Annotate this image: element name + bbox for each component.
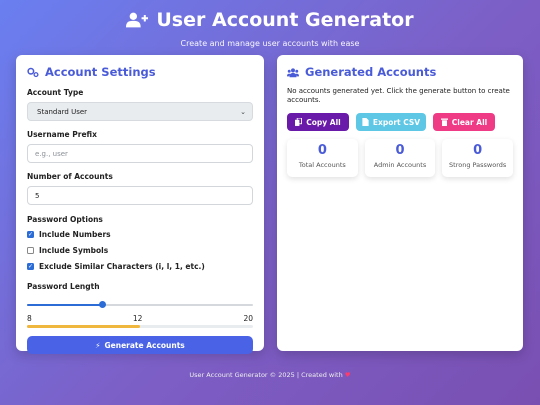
slider-thumb[interactable] xyxy=(98,301,106,308)
include-numbers-label: Include Numbers xyxy=(39,230,111,239)
generate-accounts-label: Generate Accounts xyxy=(104,340,185,350)
footer-text: User Account Generator © 2025 | Created … xyxy=(189,371,343,379)
empty-state-message: No accounts generated yet. Click the gen… xyxy=(287,87,510,104)
include-symbols-option[interactable]: Include Symbols xyxy=(27,245,253,256)
file-csv-icon xyxy=(362,118,369,126)
exclude-similar-checkbox[interactable]: ✓ xyxy=(27,263,34,270)
exclude-similar-label: Exclude Similar Characters (i, l, 1, etc… xyxy=(39,262,205,271)
export-csv-label: Export CSV xyxy=(372,117,421,127)
password-strength-bar xyxy=(27,325,140,328)
users-icon xyxy=(287,67,299,77)
password-length-value: 12 xyxy=(132,314,143,323)
generated-accounts-title: Generated Accounts xyxy=(305,65,437,79)
username-prefix-label: Username Prefix xyxy=(27,130,97,139)
password-strength-meter xyxy=(27,325,253,328)
page-header: User Account Generator Create and manage… xyxy=(0,0,540,48)
stat-total-accounts: 0 Total Accounts xyxy=(287,139,358,177)
generated-accounts-heading: Generated Accounts xyxy=(287,65,513,79)
exclude-similar-option[interactable]: ✓ Exclude Similar Characters (i, l, 1, e… xyxy=(27,261,253,272)
generated-accounts-card: Generated Accounts No accounts generated… xyxy=(277,55,523,351)
trash-icon xyxy=(440,118,448,126)
account-settings-title: Account Settings xyxy=(45,65,156,79)
slider-fill xyxy=(27,304,103,306)
stat-total-label: Total Accounts xyxy=(298,161,346,169)
copy-all-label: Copy All xyxy=(306,117,341,127)
chevron-down-icon: ⌄ xyxy=(240,107,246,116)
password-options-label: Password Options xyxy=(27,215,103,224)
include-numbers-checkbox[interactable]: ✓ xyxy=(27,231,34,238)
password-length-max: 20 xyxy=(243,314,253,323)
account-settings-heading: Account Settings xyxy=(27,65,253,79)
password-length-range: 8 12 20 xyxy=(27,314,253,323)
account-settings-card: Account Settings Account Type Standard U… xyxy=(16,55,264,354)
stat-strong-value: 0 xyxy=(473,143,483,158)
stat-total-value: 0 xyxy=(317,143,327,158)
page-title: User Account Generator xyxy=(156,9,414,31)
include-symbols-checkbox[interactable] xyxy=(27,247,34,254)
include-symbols-label: Include Symbols xyxy=(39,246,109,255)
user-plus-icon xyxy=(126,12,149,28)
generate-accounts-button[interactable]: ⚡ Generate Accounts xyxy=(27,336,253,354)
bolt-icon: ⚡ xyxy=(95,340,101,350)
stat-admin-accounts: 0 Admin Accounts xyxy=(364,139,436,177)
copy-icon xyxy=(295,118,303,126)
stat-admin-label: Admin Accounts xyxy=(373,161,427,169)
account-type-label: Account Type xyxy=(27,88,84,97)
number-of-accounts-input[interactable]: 5 xyxy=(27,186,253,205)
stat-strong-passwords: 0 Strong Passwords xyxy=(442,139,514,177)
account-type-value: Standard User xyxy=(37,107,88,116)
export-csv-button[interactable]: Export CSV xyxy=(356,113,426,131)
clear-all-button[interactable]: Clear All xyxy=(433,113,495,131)
clear-all-label: Clear All xyxy=(451,117,488,127)
copy-all-button[interactable]: Copy All xyxy=(287,113,349,131)
password-length-slider[interactable] xyxy=(27,300,253,310)
page-subtitle: Create and manage user accounts with eas… xyxy=(180,39,360,48)
number-of-accounts-label: Number of Accounts xyxy=(27,172,113,181)
page-title-row: User Account Generator xyxy=(0,8,540,32)
include-numbers-option[interactable]: ✓ Include Numbers xyxy=(27,229,253,240)
password-length-min: 8 xyxy=(27,314,32,323)
action-buttons: Copy All Export CSV Clear All xyxy=(287,113,513,131)
heart-icon: ♥ xyxy=(344,371,351,379)
gears-icon xyxy=(27,67,39,77)
page-footer: User Account Generator © 2025 | Created … xyxy=(0,371,540,379)
account-type-select[interactable]: Standard User ⌄ xyxy=(27,102,253,121)
stat-strong-label: Strong Passwords xyxy=(449,161,507,169)
password-length-label: Password Length xyxy=(27,282,100,291)
stats-row: 0 Total Accounts 0 Admin Accounts 0 Stro… xyxy=(287,139,514,177)
stat-admin-value: 0 xyxy=(395,143,405,158)
username-prefix-input[interactable]: e.g., user xyxy=(27,144,253,163)
